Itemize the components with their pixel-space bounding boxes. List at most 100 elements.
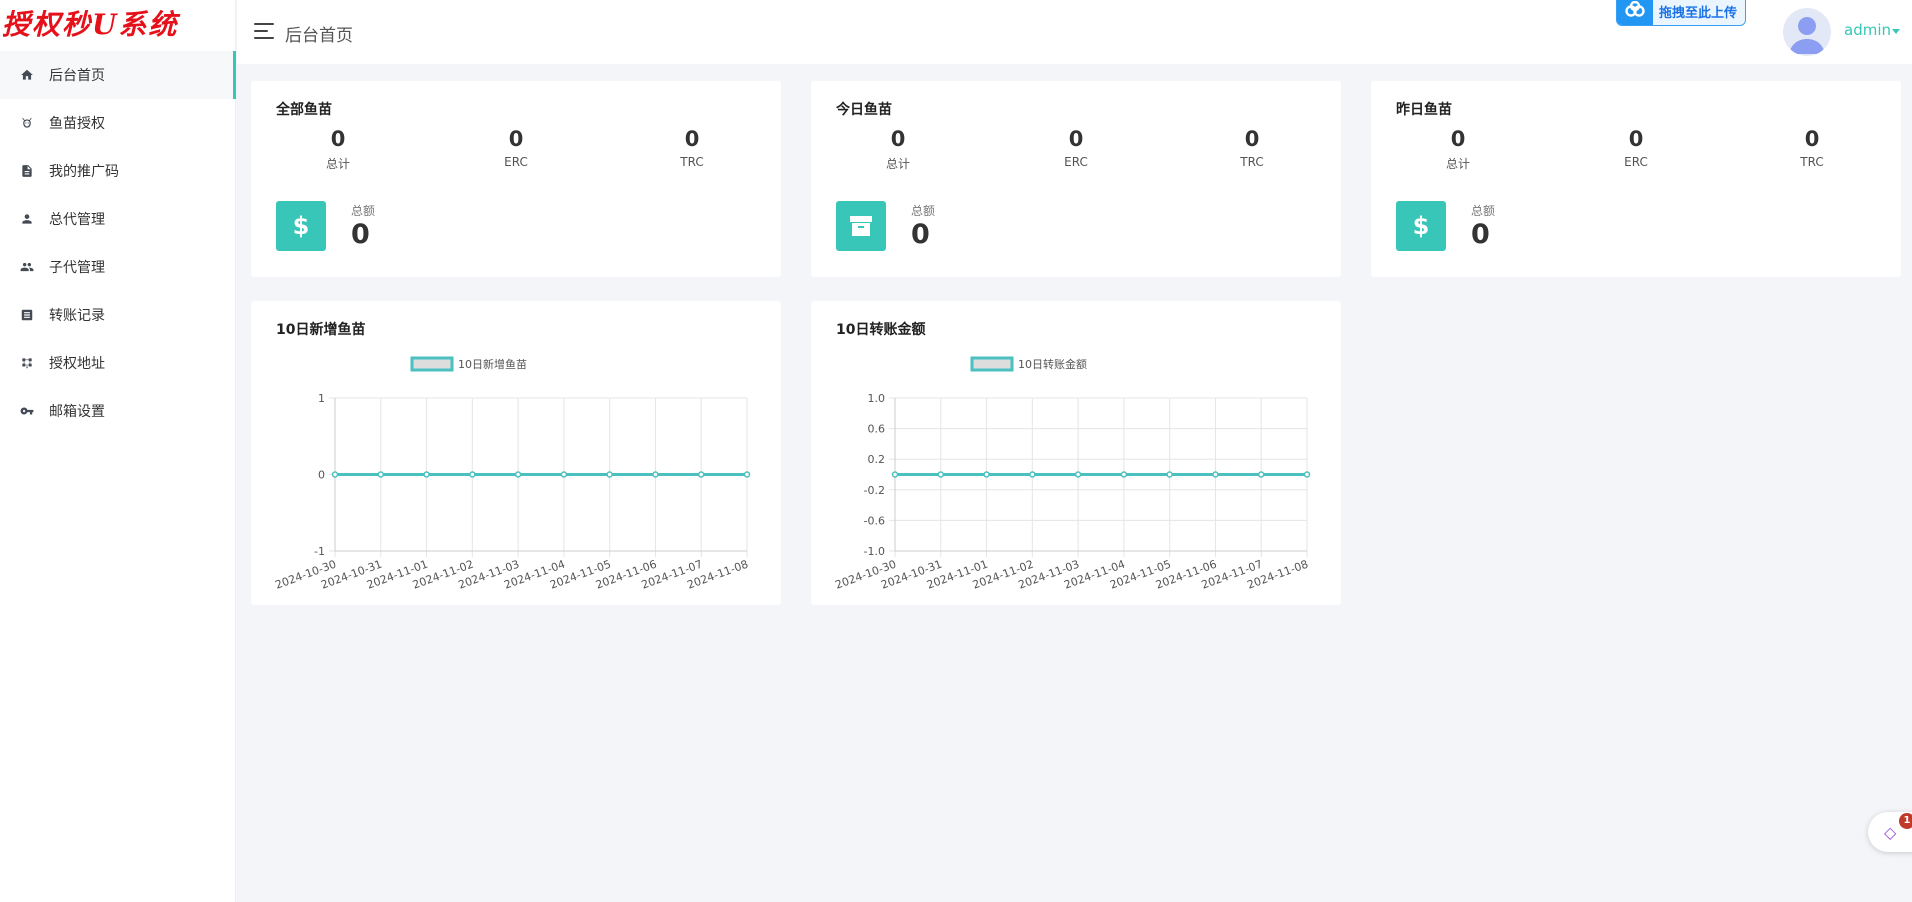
sidebar: 授权秒U系统 后台首页 鱼苗授权 我的推广码 总代管理 子代管理 转账记录 授权…	[0, 0, 236, 902]
data-point	[1074, 471, 1082, 478]
network-icon	[20, 356, 34, 370]
upload-drop-button[interactable]: 拖拽至此上传	[1616, 0, 1746, 26]
fish-icon	[20, 116, 34, 130]
stat-total: 0 总计	[838, 125, 958, 172]
stat-label: 总计	[1445, 157, 1470, 171]
stat-card-today: 今日鱼苗 0 总计 0 ERC 0 TRC 总额 0	[811, 81, 1341, 277]
data-point	[1166, 471, 1173, 478]
logo[interactable]: 授权秒U系统	[0, 0, 236, 50]
stat-erc: 0 ERC	[1576, 125, 1696, 169]
y-tick-label: 0.6	[868, 423, 886, 436]
sidebar-item-agent-mgmt[interactable]: 总代管理	[0, 195, 236, 243]
sidebar-menu: 后台首页 鱼苗授权 我的推广码 总代管理 子代管理 转账记录 授权地址 邮箱设置	[0, 51, 236, 435]
y-tick-label: -0.2	[864, 484, 885, 497]
sidebar-item-sub-agent-mgmt[interactable]: 子代管理	[0, 243, 236, 291]
sum-label: 总额	[911, 204, 936, 218]
sidebar-item-label: 总代管理	[49, 212, 105, 228]
chart-title: 10日转账金额	[836, 322, 926, 338]
data-point	[1120, 471, 1128, 478]
chevron-down-icon[interactable]	[1892, 29, 1900, 34]
data-point	[891, 471, 899, 478]
data-point	[1303, 471, 1311, 478]
notification-badge: 1	[1899, 813, 1912, 829]
sidebar-item-dashboard[interactable]: 后台首页	[0, 51, 236, 99]
data-point	[606, 471, 613, 478]
stats-row: 0 总计 0 ERC 0 TRC	[811, 125, 1341, 175]
dollar-icon: $	[276, 201, 326, 251]
y-tick-label: 1	[318, 392, 325, 405]
sum-value: 0	[351, 219, 370, 250]
legend-label: 10日新增鱼苗	[458, 357, 527, 371]
stat-label: ERC	[504, 155, 528, 169]
stat-label: ERC	[1624, 155, 1648, 169]
gem-icon: ◇	[1884, 823, 1897, 842]
sidebar-item-auth-address[interactable]: 授权地址	[0, 339, 236, 387]
data-point	[937, 471, 945, 478]
stats-row: 0 总计 0 ERC 0 TRC	[251, 125, 781, 175]
data-point	[377, 471, 385, 478]
dollar-icon: $	[1396, 201, 1446, 251]
data-point	[1212, 471, 1219, 478]
stat-total: 0 总计	[1398, 125, 1518, 172]
data-point	[331, 471, 339, 478]
sidebar-item-email-settings[interactable]: 邮箱设置	[0, 387, 236, 435]
stat-value: 0	[1804, 127, 1820, 151]
stat-trc: 0 TRC	[1192, 125, 1312, 169]
sum-value: 0	[911, 219, 930, 250]
line-chart-transfer-amount: 10日转账金额1.00.60.2-0.2-0.6-1.02024-10-3020…	[833, 356, 1311, 592]
chart-legend: 10日新增鱼苗	[410, 356, 527, 372]
data-point	[423, 471, 430, 478]
card-title: 昨日鱼苗	[1396, 102, 1452, 118]
sidebar-item-label: 我的推广码	[49, 164, 119, 180]
stat-value: 0	[330, 127, 346, 151]
sidebar-item-transfer-records[interactable]: 转账记录	[0, 291, 236, 339]
stat-label: TRC	[1240, 155, 1264, 169]
sidebar-item-label: 后台首页	[49, 68, 105, 84]
stat-label: 总计	[885, 157, 910, 171]
stat-label: 总计	[325, 157, 350, 171]
y-tick-label: -0.6	[864, 514, 885, 527]
y-tick-label: 1.0	[868, 392, 886, 405]
stat-value: 0	[1244, 127, 1260, 151]
stat-trc: 0 TRC	[1752, 125, 1872, 169]
data-point	[469, 471, 476, 478]
sidebar-item-promo-code[interactable]: 我的推广码	[0, 147, 236, 195]
stats-row: 0 总计 0 ERC 0 TRC	[1371, 125, 1901, 175]
stat-value: 0	[508, 127, 524, 151]
floating-helper-widget[interactable]: ◇ 1	[1868, 812, 1912, 852]
cloud-upload-icon	[1617, 0, 1653, 25]
home-icon	[20, 68, 34, 82]
y-tick-label: -1	[314, 545, 325, 558]
legend-swatch	[970, 356, 1014, 372]
sidebar-item-label: 转账记录	[49, 308, 105, 324]
avatar[interactable]	[1783, 8, 1831, 56]
data-point	[652, 471, 659, 478]
receipt-icon	[20, 308, 34, 322]
data-point	[983, 471, 990, 478]
y-tick-label: -1.0	[864, 545, 885, 558]
stat-card-all: 全部鱼苗 0 总计 0 ERC 0 TRC $ 总额 0	[251, 81, 781, 277]
sidebar-item-label: 子代管理	[49, 260, 105, 276]
chart-card-transfer-amount: 10日转账金额 10日转账金额 1.0 0.6 0.2 -0.2 -0.6 -1.0 2024…	[811, 301, 1341, 605]
data-point	[1029, 471, 1036, 478]
stat-value: 0	[1628, 127, 1644, 151]
chart-card-new-fish: 10日新增鱼苗 10日新增鱼苗 1 0 -1 2024-10-30 2024-10-31 2…	[251, 301, 781, 605]
sidebar-item-label: 鱼苗授权	[49, 116, 105, 132]
group-icon	[20, 260, 34, 274]
stat-card-yesterday: 昨日鱼苗 0 总计 0 ERC 0 TRC $ 总额 0	[1371, 81, 1901, 277]
stat-erc: 0 ERC	[1016, 125, 1136, 169]
sum-label: 总额	[351, 204, 376, 218]
menu-toggle-icon[interactable]	[254, 23, 274, 39]
sidebar-item-fish-auth[interactable]: 鱼苗授权	[0, 99, 236, 147]
archive-icon	[836, 201, 886, 251]
legend-label: 10日转账金额	[1018, 357, 1087, 371]
stat-erc: 0 ERC	[456, 125, 576, 169]
sum-label: 总额	[1471, 204, 1496, 218]
stat-label: TRC	[1800, 155, 1824, 169]
upload-label: 拖拽至此上传	[1659, 5, 1738, 21]
person-icon	[20, 212, 34, 226]
stat-value: 0	[1068, 127, 1084, 151]
card-title: 全部鱼苗	[276, 102, 332, 118]
user-menu[interactable]: admin	[1844, 21, 1891, 39]
chart-legend: 10日转账金额	[970, 356, 1087, 372]
